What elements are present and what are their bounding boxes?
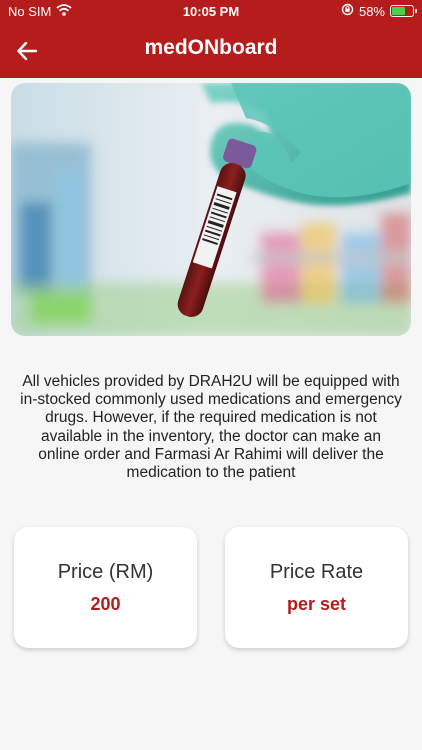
battery-icon: [390, 5, 417, 17]
battery-fill: [392, 7, 405, 15]
price-card: Price (RM) 200: [14, 527, 197, 648]
battery-percent: 58%: [358, 3, 385, 19]
status-bar: No SIM 10:05 PM 58%: [0, 0, 422, 24]
battery-cap: [415, 9, 417, 13]
price-label: Price (RM): [57, 561, 154, 583]
price-value: 200: [90, 594, 121, 614]
price-rate-card: Price Rate per set: [225, 527, 408, 648]
description-text: All vehicles provided by DRAH2U will be …: [20, 373, 402, 482]
top-bar: No SIM 10:05 PM 58% medONboard: [0, 0, 422, 78]
price-rate-value: per set: [286, 594, 347, 614]
status-right: 58%: [341, 3, 417, 19]
page-title: medONboard: [144, 36, 278, 59]
hero-image: [11, 83, 411, 336]
price-rate-label: Price Rate: [269, 561, 364, 583]
app-bar: medONboard: [0, 24, 422, 78]
orientation-lock-icon: [341, 3, 354, 19]
